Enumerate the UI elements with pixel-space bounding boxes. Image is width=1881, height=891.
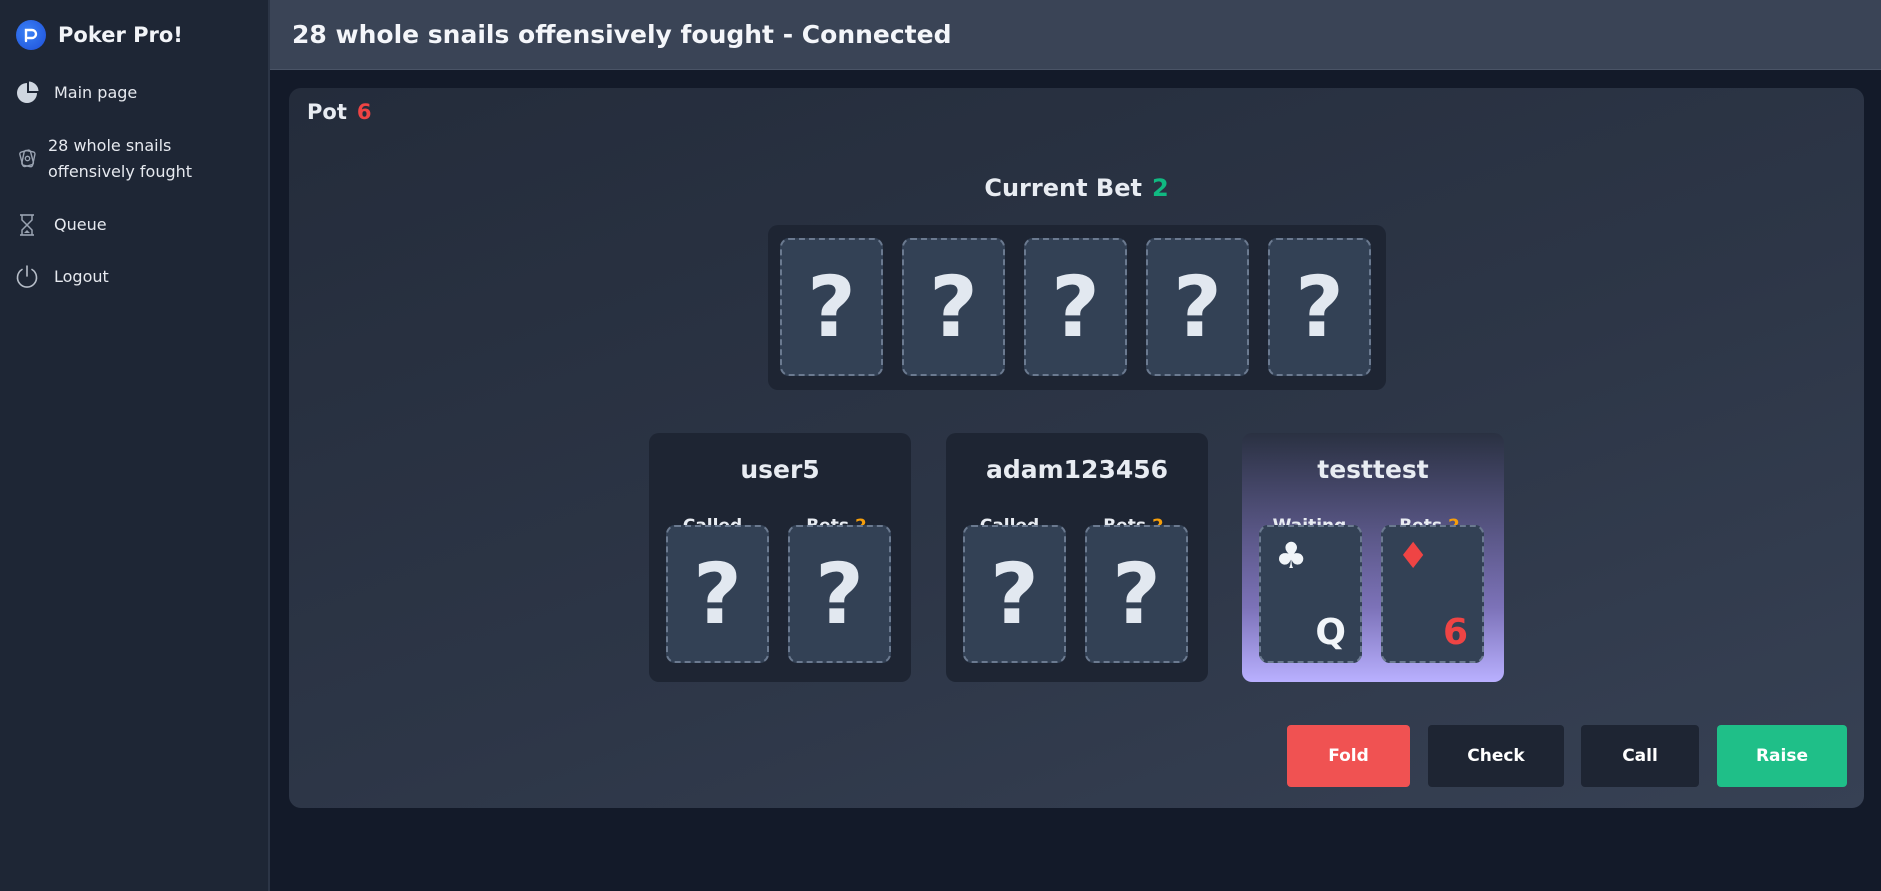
player-card-queen-clubs: ♣ Q	[1259, 525, 1362, 663]
hourglass-icon	[14, 212, 40, 238]
pot-value: 6	[356, 100, 372, 124]
hidden-card-mark: ?	[1173, 258, 1222, 356]
current-bet-value: 2	[1151, 174, 1169, 202]
pot-label: Pot	[307, 100, 347, 124]
player-name: testtest	[1317, 455, 1429, 484]
hidden-card-mark: ?	[1112, 545, 1161, 643]
player-card-six-diamonds: ♦ 6	[1381, 525, 1484, 663]
page-title: 28 whole snails offensively fought - Con…	[292, 20, 952, 49]
card-rank: 6	[1442, 612, 1468, 653]
clubs-suit-icon: ♣	[1275, 536, 1308, 577]
pot-display: Pot 6	[307, 100, 371, 124]
sidebar-item-label: 28 whole snails offensively fought	[48, 136, 193, 181]
sidebar: Poker Pro! Main page 28 whole snails off…	[0, 0, 270, 891]
cards-icon	[14, 145, 40, 171]
brand[interactable]: Poker Pro!	[16, 18, 183, 52]
card-rank: Q	[1315, 612, 1346, 653]
community-card: ?	[1024, 238, 1127, 376]
sidebar-item-label: Main page	[54, 83, 138, 102]
player-card: ?	[1085, 525, 1188, 663]
header: 28 whole snails offensively fought - Con…	[270, 0, 1881, 70]
community-cards: ? ? ? ? ?	[768, 225, 1386, 390]
current-bet-display: Current Bet 2	[289, 174, 1864, 202]
hidden-card-mark: ?	[815, 545, 864, 643]
player-panel-user5: user5 Called Bets2 ? ?	[649, 433, 911, 682]
player-name: user5	[740, 455, 820, 484]
player-card: ?	[666, 525, 769, 663]
power-icon	[14, 264, 40, 290]
player-card: ?	[963, 525, 1066, 663]
call-button[interactable]: Call	[1581, 725, 1699, 787]
current-bet-label: Current Bet	[984, 174, 1142, 202]
sidebar-item-main-page[interactable]: Main page	[14, 80, 137, 106]
sidebar-item-logout[interactable]: Logout	[14, 264, 109, 290]
sidebar-item-game[interactable]: 28 whole snails offensively fought	[14, 133, 198, 185]
raise-button[interactable]: Raise	[1717, 725, 1847, 787]
pie-chart-icon	[14, 80, 40, 106]
community-card: ?	[902, 238, 1005, 376]
hidden-card-mark: ?	[807, 258, 856, 356]
community-card: ?	[780, 238, 883, 376]
poker-table: Pot 6 Current Bet 2 ? ? ? ? ? user5 Called…	[289, 88, 1864, 808]
diamonds-suit-icon: ♦	[1397, 536, 1430, 577]
community-card: ?	[1268, 238, 1371, 376]
sidebar-item-queue[interactable]: Queue	[14, 212, 107, 238]
player-panel-adam123456: adam123456 Called Bets2 ? ?	[946, 433, 1208, 682]
hidden-card-mark: ?	[693, 545, 742, 643]
hidden-card-mark: ?	[929, 258, 978, 356]
app-title: Poker Pro!	[58, 23, 183, 47]
hidden-card-mark: ?	[990, 545, 1039, 643]
check-button[interactable]: Check	[1428, 725, 1564, 787]
player-panel-testtest: testtest Waiting Bets2 ♣ Q ♦ 6	[1242, 433, 1504, 682]
poker-pro-logo-icon	[16, 20, 46, 50]
hidden-card-mark: ?	[1295, 258, 1344, 356]
hidden-card-mark: ?	[1051, 258, 1100, 356]
player-card: ?	[788, 525, 891, 663]
community-card: ?	[1146, 238, 1249, 376]
player-name: adam123456	[985, 455, 1169, 484]
sidebar-item-label: Queue	[54, 215, 107, 234]
sidebar-item-label: Logout	[54, 267, 109, 286]
fold-button[interactable]: Fold	[1287, 725, 1410, 787]
